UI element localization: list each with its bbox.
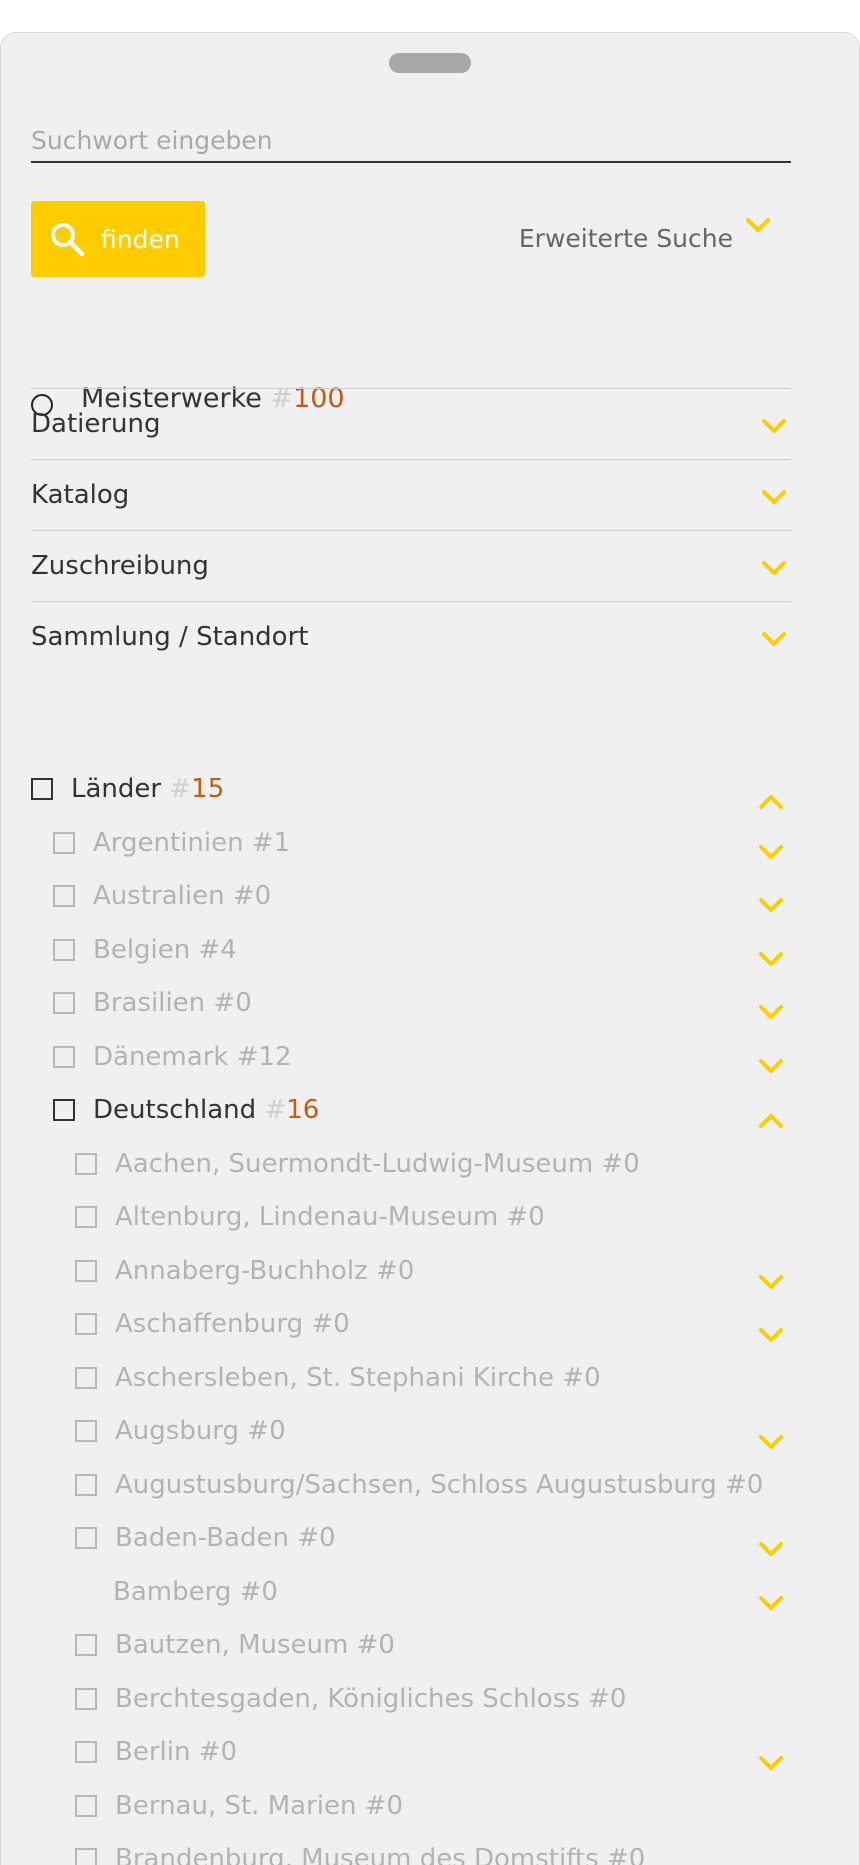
- tree-item-laender[interactable]: Länder #15: [31, 769, 224, 809]
- tree-item-city[interactable]: Annaberg-Buchholz #0: [75, 1251, 414, 1291]
- chevron-down-icon[interactable]: [758, 1594, 784, 1612]
- chevron-down-icon[interactable]: [758, 896, 784, 914]
- tree-item-label: Augsburg #0: [115, 1416, 286, 1446]
- chevron-down-icon[interactable]: [758, 1433, 784, 1451]
- tree-item-label: Augustusburg/Sachsen, Schloss Augustusbu…: [115, 1470, 764, 1500]
- checkbox[interactable]: [53, 992, 75, 1014]
- chevron-down-icon: [761, 417, 787, 435]
- tree-item-label: Aachen, Suermondt-Ludwig-Museum #0: [115, 1149, 640, 1179]
- section-label: Katalog: [31, 480, 130, 510]
- chevron-up-icon[interactable]: [758, 1112, 784, 1130]
- tree-item-city[interactable]: Berchtesgaden, Königliches Schloss #0: [75, 1679, 626, 1719]
- checkbox[interactable]: [75, 1688, 97, 1710]
- chevron-down-icon[interactable]: [758, 1326, 784, 1344]
- chevron-down-icon[interactable]: [758, 1754, 784, 1772]
- tree-item-country[interactable]: Brasilien #0: [53, 983, 252, 1023]
- tree-item-city[interactable]: Bautzen, Museum #0: [75, 1625, 395, 1665]
- section-label: Sammlung / Standort: [31, 622, 309, 652]
- chevron-down-icon: [761, 559, 787, 577]
- tree-item-city[interactable]: Brandenburg, Museum des Domstifts #0: [75, 1839, 645, 1865]
- tree-item-label: Länder #15: [71, 774, 225, 804]
- section-label: Zuschreibung: [31, 551, 209, 581]
- tree-item-city[interactable]: Berlin #0: [75, 1732, 237, 1772]
- tree-item-city[interactable]: Aachen, Suermondt-Ludwig-Museum #0: [75, 1144, 640, 1184]
- advanced-search-label: Erweiterte Suche: [518, 223, 733, 253]
- tree-item-label: Altenburg, Lindenau-Museum #0: [115, 1202, 545, 1232]
- checkbox[interactable]: [75, 1634, 97, 1656]
- tree-item-city[interactable]: Altenburg, Lindenau-Museum #0: [75, 1197, 545, 1237]
- checkbox[interactable]: [75, 1474, 97, 1496]
- checkbox[interactable]: [75, 1367, 97, 1389]
- filter-sheet: finden Erweiterte Suche Meisterwerke #10…: [0, 32, 860, 1865]
- checkbox[interactable]: [31, 778, 53, 800]
- tree-item-city[interactable]: Augustusburg/Sachsen, Schloss Augustusbu…: [75, 1465, 763, 1505]
- checkbox[interactable]: [53, 1046, 75, 1068]
- checkbox[interactable]: [53, 885, 75, 907]
- checkbox[interactable]: [75, 1848, 97, 1865]
- checkbox[interactable]: [53, 832, 75, 854]
- drag-handle[interactable]: [389, 53, 471, 73]
- tree-item-deutschland[interactable]: Deutschland #16: [53, 1090, 319, 1130]
- tree-item-label: Dänemark #12: [93, 1042, 292, 1072]
- section-zuschreibung[interactable]: Zuschreibung: [31, 530, 791, 601]
- tree-item-city[interactable]: Augsburg #0: [75, 1411, 286, 1451]
- section-sammlung-standort[interactable]: Sammlung / Standort: [31, 601, 791, 672]
- checkbox[interactable]: [53, 939, 75, 961]
- section-katalog[interactable]: Katalog: [31, 459, 791, 530]
- tree-item-label: Annaberg-Buchholz #0: [115, 1256, 415, 1286]
- checkbox[interactable]: [75, 1153, 97, 1175]
- search-input[interactable]: [31, 119, 791, 163]
- tree-item-label: Brandenburg, Museum des Domstifts #0: [115, 1844, 646, 1865]
- chevron-up-icon[interactable]: [758, 793, 784, 811]
- tree-item-label: Bamberg #0: [113, 1577, 278, 1607]
- tree-item-city[interactable]: Bernau, St. Marien #0: [75, 1786, 403, 1826]
- tree-item-country[interactable]: Belgien #4: [53, 930, 237, 970]
- tree-item-label: Deutschland #16: [93, 1095, 320, 1125]
- section-datierung[interactable]: Datierung: [31, 388, 791, 459]
- tree-item-country[interactable]: Argentinien #1: [53, 823, 290, 863]
- chevron-down-icon[interactable]: [758, 1273, 784, 1291]
- tree-item-label: Bautzen, Museum #0: [115, 1630, 395, 1660]
- tree-item-country[interactable]: Dänemark #12: [53, 1037, 292, 1077]
- checkbox[interactable]: [75, 1741, 97, 1763]
- chevron-down-icon[interactable]: [758, 1003, 784, 1021]
- chevron-down-icon[interactable]: [758, 843, 784, 861]
- checkbox[interactable]: [75, 1206, 97, 1228]
- find-button[interactable]: finden: [31, 201, 205, 277]
- tree-item-label: Aschersleben, St. Stephani Kirche #0: [115, 1363, 601, 1393]
- checkbox[interactable]: [75, 1795, 97, 1817]
- tree-item-city[interactable]: Baden-Baden #0: [75, 1518, 336, 1558]
- tree-item-label: Aschaffenburg #0: [115, 1309, 350, 1339]
- checkbox[interactable]: [75, 1313, 97, 1335]
- tree-item-label: Brasilien #0: [93, 988, 252, 1018]
- find-button-label: finden: [101, 224, 180, 254]
- advanced-search-toggle[interactable]: Erweiterte Suche: [481, 218, 781, 258]
- tree-item-label: Berlin #0: [115, 1737, 238, 1767]
- tree-item-label: Berchtesgaden, Königliches Schloss #0: [115, 1684, 627, 1714]
- checkbox[interactable]: [53, 1099, 75, 1121]
- tree-item-label: Belgien #4: [93, 935, 237, 965]
- tree-item-label: Argentinien #1: [93, 828, 291, 858]
- chevron-down-icon[interactable]: [758, 1540, 784, 1558]
- checkbox[interactable]: [75, 1527, 97, 1549]
- chevron-down-icon: [761, 630, 787, 648]
- search-icon: [51, 223, 85, 257]
- chevron-down-icon[interactable]: [758, 1057, 784, 1075]
- tree-item-city[interactable]: Bamberg #0: [113, 1572, 278, 1612]
- tree-item-city[interactable]: Aschaffenburg #0: [75, 1304, 350, 1344]
- tree-item-label: Baden-Baden #0: [115, 1523, 336, 1553]
- chevron-down-icon: [745, 216, 771, 234]
- checkbox[interactable]: [75, 1260, 97, 1282]
- tree-item-country[interactable]: Australien #0: [53, 876, 271, 916]
- section-label: Datierung: [31, 409, 161, 439]
- chevron-down-icon: [761, 488, 787, 506]
- chevron-down-icon[interactable]: [758, 950, 784, 968]
- tree-item-label: Australien #0: [93, 881, 272, 911]
- tree-item-city[interactable]: Aschersleben, St. Stephani Kirche #0: [75, 1358, 601, 1398]
- tree-item-label: Bernau, St. Marien #0: [115, 1791, 404, 1821]
- checkbox[interactable]: [75, 1420, 97, 1442]
